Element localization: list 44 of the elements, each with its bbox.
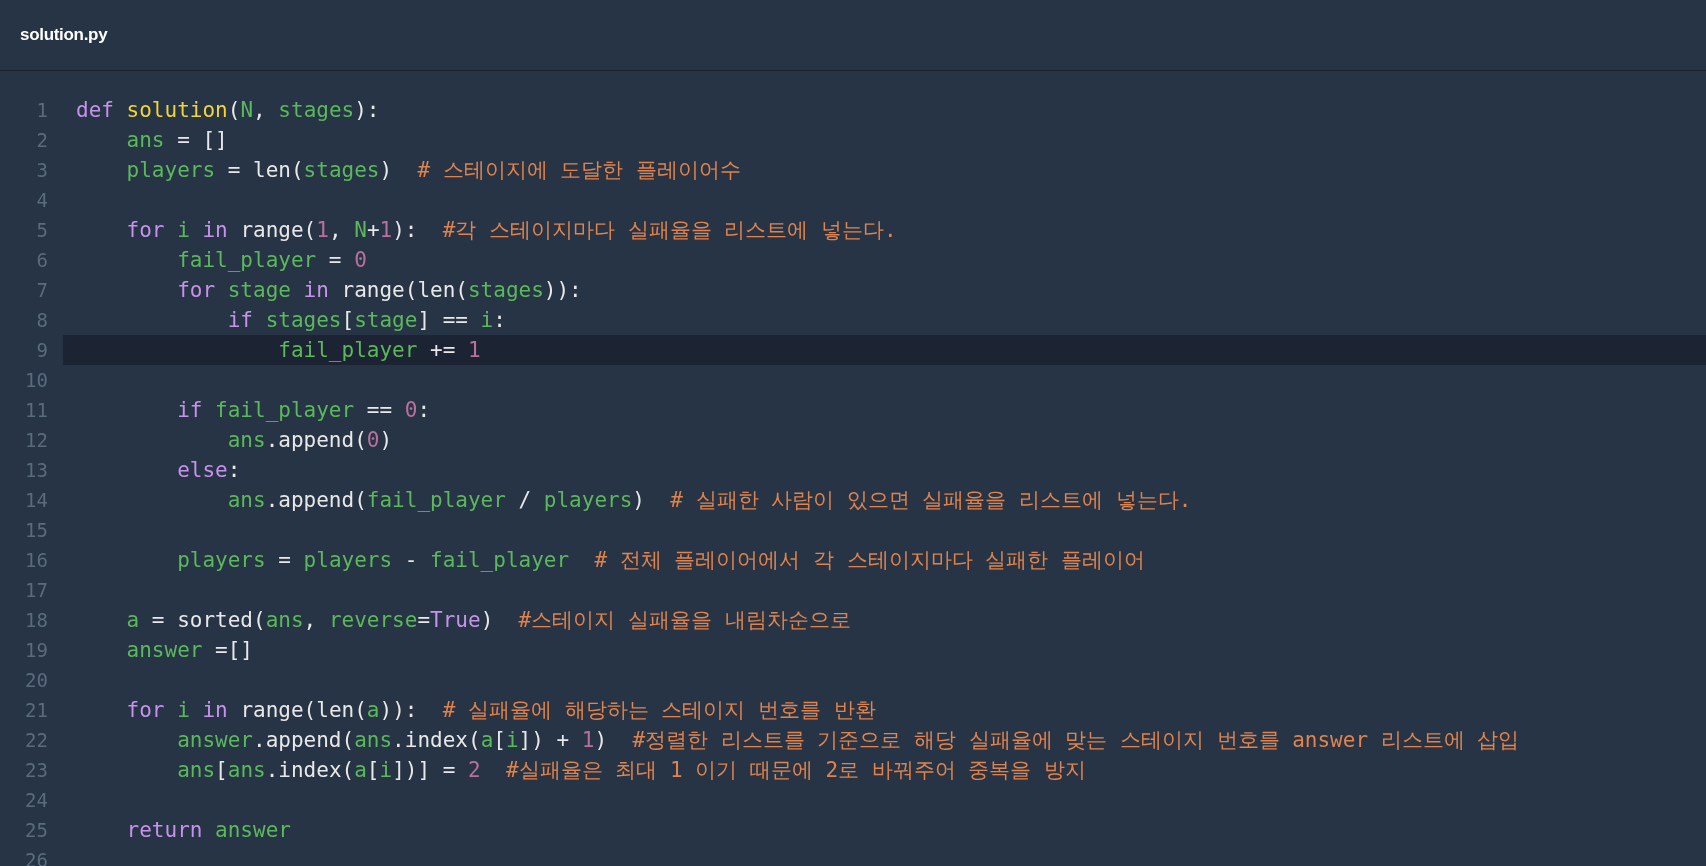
- code-line: fail_player = 0: [176, 247, 368, 274]
- code-line: answer =[]: [125, 637, 254, 664]
- code-line: else:: [176, 457, 242, 484]
- code-line: for stage in range(len(stages)):: [176, 277, 583, 304]
- code-line: ans = []: [125, 127, 229, 154]
- line-number: 5: [35, 218, 48, 243]
- line-number: 19: [24, 638, 48, 663]
- line-number: 13: [24, 458, 48, 483]
- code-line: for i in range(len(a)): # 실패율에 해당하는 스테이지 번호를 반환: [125, 697, 877, 724]
- line-number: 20: [24, 668, 48, 693]
- code-line: def solution(N, stages):: [75, 97, 381, 124]
- line-number: 25: [24, 818, 48, 843]
- line-number: 6: [35, 248, 48, 273]
- line-number: 2: [35, 128, 48, 153]
- line-number: 3: [35, 158, 48, 183]
- code-line: players = len(stages) # 스테이지에 도달한 플레이어수: [125, 157, 742, 184]
- line-number: 18: [24, 608, 48, 633]
- code-line: ans.append(fail_player / players) # 실패한 사람이 있으면 실패율을 리스트에 넣는다.: [226, 487, 1193, 514]
- line-number: 1: [35, 98, 48, 123]
- line-number: 4: [35, 188, 48, 213]
- file-tab-title: solution.py: [20, 25, 108, 45]
- line-number: 12: [24, 428, 48, 453]
- line-number: 22: [24, 728, 48, 753]
- line-number: 11: [24, 398, 48, 423]
- line-number: 23: [24, 758, 48, 783]
- line-number: 10: [24, 368, 48, 393]
- code-line: if fail_player == 0:: [176, 397, 432, 424]
- line-number: 15: [24, 518, 48, 543]
- line-number: 24: [24, 788, 48, 813]
- code-line: a = sorted(ans, reverse=True) #스테이지 실패율을 내림차순으로: [125, 607, 852, 634]
- code-line: return answer: [125, 817, 292, 844]
- line-number: 8: [35, 308, 48, 333]
- code-line: answer.append(ans.index(a[i]) + 1) #정렬한 리스트를 기준으로 해당 실패율에 맞는 스테이지 번호를 answer 리스트에 삽입: [176, 727, 1521, 754]
- code-line: ans[ans.index(a[i])] = 2 #실패율은 최대 1 이기 때문에 2로 바꿔주어 중복을 방지: [176, 757, 1088, 784]
- line-number: 21: [24, 698, 48, 723]
- code-line: ans.append(0): [226, 427, 394, 454]
- line-number: 7: [35, 278, 48, 303]
- code-line: for i in range(1, N+1): #각 스테이지마다 실패율을 리스트에 넣는다.: [125, 217, 898, 244]
- line-number: 14: [24, 488, 48, 513]
- line-number: 9: [35, 338, 48, 363]
- line-number: 16: [24, 548, 48, 573]
- code-line: players = players - fail_player # 전체 플레이어에서 각 스테이지마다 실패한 플레이어: [176, 547, 1146, 574]
- code-line: if stages[stage] == i:: [226, 307, 507, 334]
- line-number: 17: [24, 578, 48, 603]
